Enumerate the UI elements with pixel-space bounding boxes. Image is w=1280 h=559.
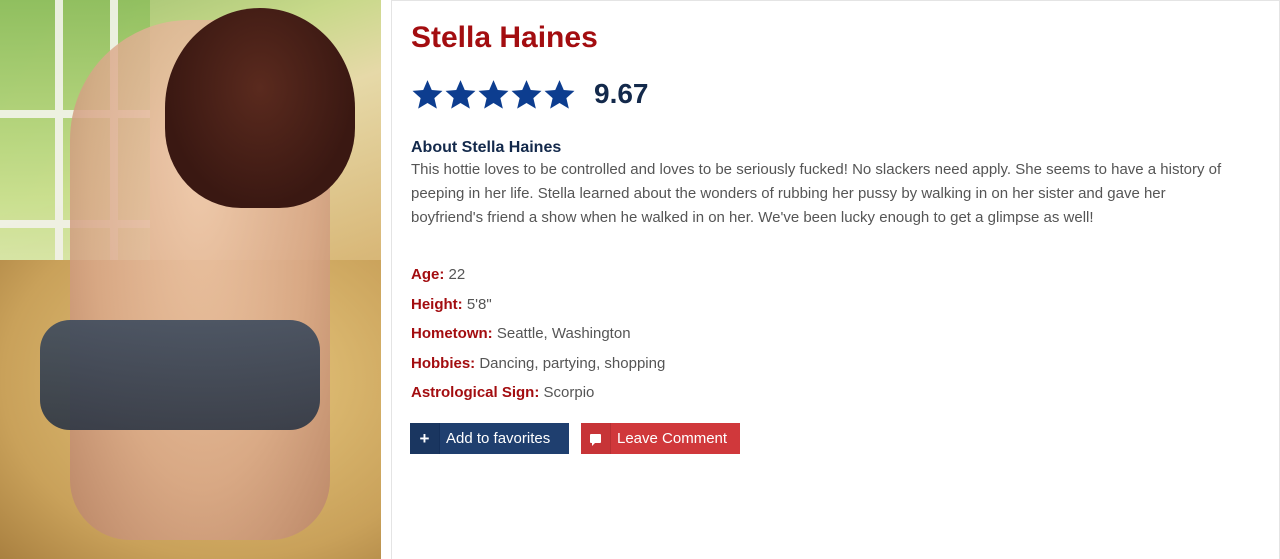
action-buttons: + Add to favorites Leave Comment [410, 423, 740, 454]
add-to-favorites-label: Add to favorites [446, 430, 551, 447]
fact-value: 22 [448, 266, 466, 283]
model-name: Stella Haines [411, 21, 598, 54]
plus-icon: + [410, 423, 440, 454]
fact-height: Height: 5'8" [411, 290, 1251, 320]
rating: 9.67 [411, 74, 1251, 114]
comment-icon [581, 423, 611, 454]
fact-value: Dancing, partying, shopping [479, 354, 666, 372]
leave-comment-label: Leave Comment [617, 430, 728, 447]
star-icon[interactable] [411, 78, 444, 111]
fact-hometown: Hometown: Seattle, Washington [411, 319, 1251, 349]
star-icon[interactable] [444, 78, 477, 111]
about-title: About Stella Haines [411, 139, 562, 156]
about-text: This hottie loves to be controlled and l… [411, 161, 1222, 226]
model-photo [0, 0, 381, 559]
photo-hair [165, 8, 355, 208]
rating-stars[interactable] [411, 78, 576, 111]
model-info-panel: Stella Haines 9.67 About Stella Haines T… [411, 18, 1251, 408]
fact-astrological-sign: Astrological Sign: Scorpio [411, 378, 1251, 408]
star-icon[interactable] [477, 78, 510, 111]
star-icon[interactable] [510, 78, 543, 111]
rating-score: 9.67 [594, 78, 649, 109]
leave-comment-button[interactable]: Leave Comment [581, 423, 740, 454]
column-divider [391, 0, 392, 559]
fact-age: Age: 22 [411, 260, 1251, 290]
fact-label: Hobbies: [411, 354, 476, 372]
fact-label: Height: [411, 295, 463, 313]
fact-hobbies: Hobbies: Dancing, partying, shopping [411, 349, 1251, 379]
star-icon[interactable] [543, 78, 576, 111]
add-to-favorites-button[interactable]: + Add to favorites [410, 423, 569, 454]
fact-label: Age: [411, 266, 445, 283]
fact-value: Seattle, Washington [496, 325, 631, 342]
photo-skirt [40, 320, 320, 430]
fact-value: Scorpio [543, 384, 595, 401]
model-facts: Age: 22 Height: 5'8" Hometown: Seattle, … [411, 260, 1251, 408]
fact-value: 5'8" [466, 295, 492, 313]
fact-label: Hometown: [411, 325, 493, 342]
panel-top-border [391, 0, 1280, 1]
fact-label: Astrological Sign: [411, 384, 540, 401]
